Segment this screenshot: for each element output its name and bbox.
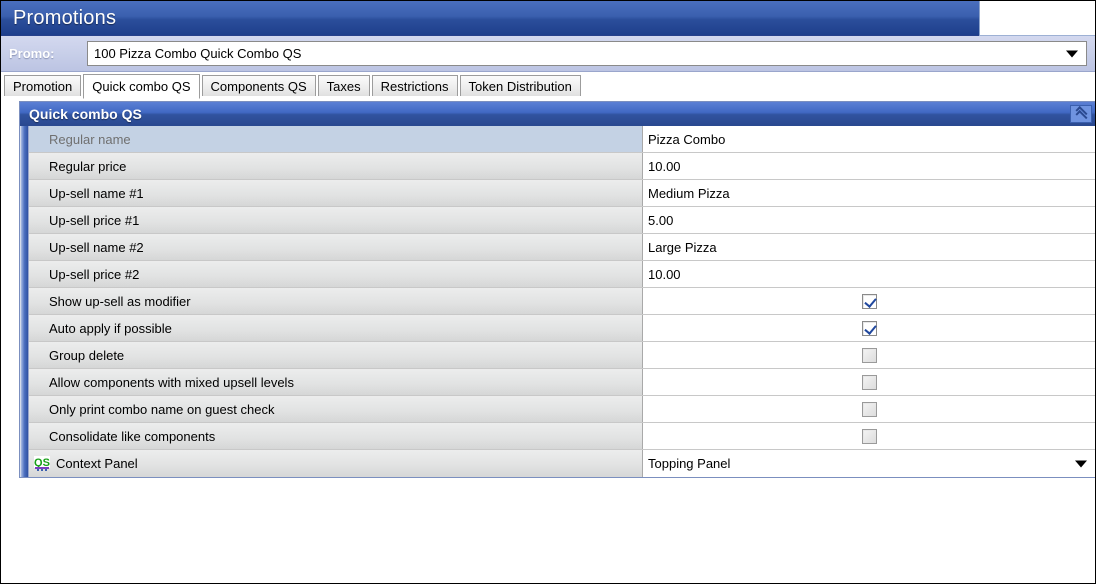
property-grid: Regular name Pizza Combo Regular price 10.0…: [28, 126, 1095, 477]
chevron-down-icon[interactable]: [1066, 50, 1078, 57]
property-value-cell[interactable]: Topping Panel: [643, 450, 1095, 477]
property-grid-wrap: Regular name Pizza Combo Regular price 10.0…: [20, 126, 1095, 477]
property-label-cell: Up-sell price #1: [29, 207, 643, 233]
tab-components-qs[interactable]: Components QS: [201, 75, 316, 98]
property-value-cell: [643, 369, 1095, 395]
property-label-cell: Regular name: [29, 126, 643, 152]
property-label-cell: Show up-sell as modifier: [29, 288, 643, 314]
table-row[interactable]: Up-sell name #2 Large Pizza: [29, 234, 1095, 261]
tab-quick-combo-qs[interactable]: Quick combo QS: [83, 74, 200, 99]
checkbox[interactable]: [862, 320, 877, 336]
tab-strip: Promotion Quick combo QS Components QS Taxe…: [1, 72, 1095, 99]
chevron-down-icon[interactable]: [1075, 460, 1087, 467]
promotions-window: Promotions Promo: 100 Pizza Combo Quick …: [0, 0, 1096, 584]
property-label-cell: Up-sell name #1: [29, 180, 643, 206]
property-label-text: Auto apply if possible: [49, 320, 172, 336]
property-label-cell: Up-sell name #2: [29, 234, 643, 260]
window-titlebar: Promotions: [1, 1, 1095, 36]
property-value-cell[interactable]: Medium Pizza: [643, 180, 1095, 206]
property-label-text: Up-sell price #2: [49, 266, 140, 282]
table-row[interactable]: Show up-sell as modifier: [29, 288, 1095, 315]
checkbox[interactable]: [862, 374, 877, 390]
property-label-text: Up-sell price #1: [49, 212, 140, 228]
property-value-cell[interactable]: Large Pizza: [643, 234, 1095, 260]
page-title: Promotions: [13, 6, 117, 29]
property-value-cell[interactable]: 10.00: [643, 153, 1095, 179]
table-row[interactable]: Up-sell name #1 Medium Pizza: [29, 180, 1095, 207]
chevron-glyph: [1076, 108, 1087, 119]
checkbox[interactable]: [862, 293, 877, 309]
tab-restrictions[interactable]: Restrictions: [371, 75, 458, 98]
checkbox[interactable]: [862, 347, 877, 363]
property-value-cell: [643, 423, 1095, 449]
property-label-text: Regular price: [49, 158, 127, 174]
property-label-text: Allow components with mixed upsell level…: [49, 374, 294, 390]
property-label-text: Only print combo name on guest check: [49, 401, 275, 417]
property-value-text: 10.00: [648, 158, 681, 174]
property-label-text: Group delete: [49, 347, 125, 363]
property-label-text: Context Panel: [56, 456, 138, 471]
titlebar-main: Promotions: [1, 1, 979, 36]
property-label-text: Show up-sell as modifier: [49, 293, 191, 309]
promo-bar: Promo: 100 Pizza Combo Quick Combo QS: [1, 36, 1095, 72]
table-row[interactable]: Up-sell price #1 5.00: [29, 207, 1095, 234]
table-row[interactable]: Up-sell price #2 10.00: [29, 261, 1095, 288]
promo-combobox[interactable]: 100 Pizza Combo Quick Combo QS: [87, 41, 1087, 66]
property-value-cell[interactable]: Pizza Combo: [643, 126, 1095, 152]
property-value-text: Pizza Combo: [648, 131, 726, 147]
group-header: Quick combo QS: [20, 102, 1095, 126]
property-value-text: Medium Pizza: [648, 185, 730, 201]
table-row[interactable]: Only print combo name on guest check: [29, 396, 1095, 423]
property-label-cell: Only print combo name on guest check: [29, 396, 643, 422]
property-label-cell: Group delete: [29, 342, 643, 368]
property-label-cell: Consolidate like components: [29, 423, 643, 449]
property-label-cell: Auto apply if possible: [29, 315, 643, 341]
table-row[interactable]: Regular name Pizza Combo: [29, 126, 1095, 153]
titlebar-right-panel: [979, 1, 1095, 36]
property-label-text: Up-sell name #1: [49, 185, 144, 201]
property-label-cell: Regular price: [29, 153, 643, 179]
property-label-cell: QS Context Panel: [29, 450, 643, 477]
content-area: Quick combo QS Regular name Pizza Combo Re…: [1, 97, 1095, 583]
empty-area-below-panel: [7, 478, 1089, 558]
table-row[interactable]: Allow components with mixed upsell level…: [29, 369, 1095, 396]
qs-icon: QS: [34, 456, 50, 471]
property-value-cell[interactable]: 10.00: [643, 261, 1095, 287]
property-value-cell: [643, 315, 1095, 341]
property-label-cell: Up-sell price #2: [29, 261, 643, 287]
promo-selected-value: 100 Pizza Combo Quick Combo QS: [94, 46, 302, 61]
quick-combo-group-panel: Quick combo QS Regular name Pizza Combo Re…: [19, 101, 1095, 478]
tab-token-distribution[interactable]: Token Distribution: [459, 75, 581, 98]
promo-label: Promo:: [9, 46, 55, 61]
property-value-cell: [643, 288, 1095, 314]
table-row[interactable]: Group delete: [29, 342, 1095, 369]
property-value-text: 10.00: [648, 266, 681, 282]
table-row[interactable]: QS Context Panel Topping Panel: [29, 450, 1095, 477]
property-label-text: Regular name: [49, 131, 131, 147]
table-row[interactable]: Consolidate like components: [29, 423, 1095, 450]
group-left-rail: [20, 126, 28, 477]
tab-promotion[interactable]: Promotion: [4, 75, 82, 98]
dropdown-selected-value: Topping Panel: [648, 456, 731, 471]
property-label-cell: Allow components with mixed upsell level…: [29, 369, 643, 395]
property-value-text: 5.00: [648, 212, 674, 228]
table-row[interactable]: Regular price 10.00: [29, 153, 1095, 180]
tab-taxes[interactable]: Taxes: [317, 75, 370, 98]
property-value-cell: [643, 396, 1095, 422]
group-title: Quick combo QS: [29, 105, 142, 122]
property-label-text: Consolidate like components: [49, 428, 216, 444]
property-value-text: Large Pizza: [648, 239, 717, 255]
property-label-text: Up-sell name #2: [49, 239, 144, 255]
checkbox[interactable]: [862, 401, 877, 417]
property-value-cell: [643, 342, 1095, 368]
double-chevron-up-icon[interactable]: [1070, 104, 1092, 123]
property-value-cell[interactable]: 5.00: [643, 207, 1095, 233]
table-row[interactable]: Auto apply if possible: [29, 315, 1095, 342]
checkbox[interactable]: [862, 428, 877, 444]
